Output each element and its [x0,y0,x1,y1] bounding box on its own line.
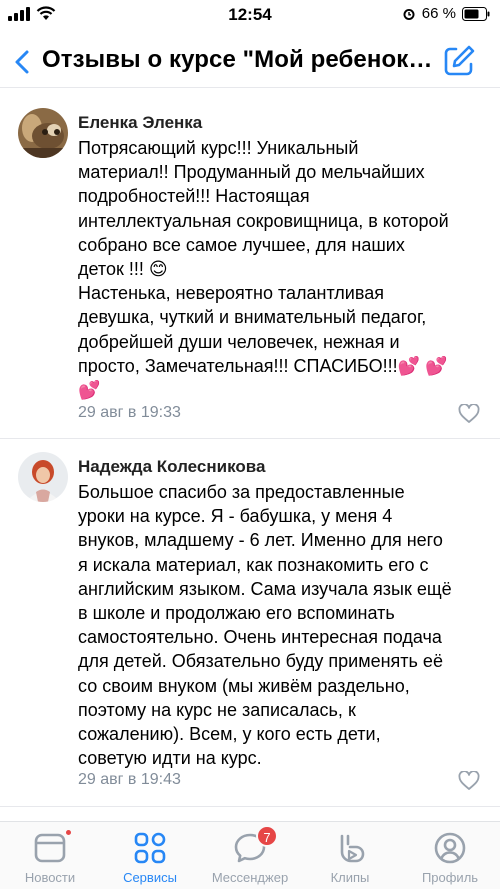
review-text: Большое спасибо за предоставленные уроки… [78,482,452,769]
tab-label: Мессенджер [211,870,289,885]
tab-label: Новости [24,870,76,885]
bottom-tab-bar: Новости Сервисы 7 Мессенджер Клипы Профи… [0,821,500,889]
divider [0,806,500,807]
battery-percent: 66 % [421,5,456,22]
back-button[interactable] [10,46,34,78]
avatar[interactable] [18,452,68,502]
tab-label: Профиль [421,870,479,885]
like-button[interactable] [458,770,480,791]
heart-icon [458,403,480,423]
tab-messenger[interactable]: 7 Мессенджер [200,822,300,889]
news-icon [34,833,66,863]
services-icon [134,832,166,864]
like-button[interactable] [458,403,480,424]
tab-profile[interactable]: Профиль [400,822,500,889]
review-date: 29 авг в 19:33 [78,404,181,421]
tab-services[interactable]: Сервисы [100,822,200,889]
review-date: 29 авг в 19:43 [78,771,181,788]
tab-clips[interactable]: Клипы [300,822,400,889]
battery-icon [462,6,490,21]
tab-news[interactable]: Новости [0,822,100,889]
chevron-left-icon [15,50,29,74]
clips-icon [340,834,365,863]
news-indicator-dot [64,828,73,837]
heart-icon [458,770,480,790]
status-bar: 12:54 66 % [0,0,500,30]
page-title: Отзывы о курсе "Мой ребенок учит английс… [42,46,437,73]
alarm-icon [403,8,415,20]
tab-label: Клипы [330,870,370,885]
edit-icon [444,45,475,76]
divider [0,438,500,439]
write-review-button[interactable] [442,44,476,78]
tab-label: Сервисы [123,870,177,885]
nav-bar: Отзывы о курсе "Мой ребенок учит английс… [0,36,500,88]
avatar[interactable] [18,108,68,158]
profile-icon [434,832,466,864]
review-author[interactable]: Еленка Эленка [78,113,202,133]
review-author[interactable]: Надежда Колесникова [78,457,265,477]
review-text: Потрясающий курс!!! Уникальный материал!… [78,138,449,401]
status-right: 66 % [402,5,490,22]
unread-badge: 7 [256,825,278,847]
